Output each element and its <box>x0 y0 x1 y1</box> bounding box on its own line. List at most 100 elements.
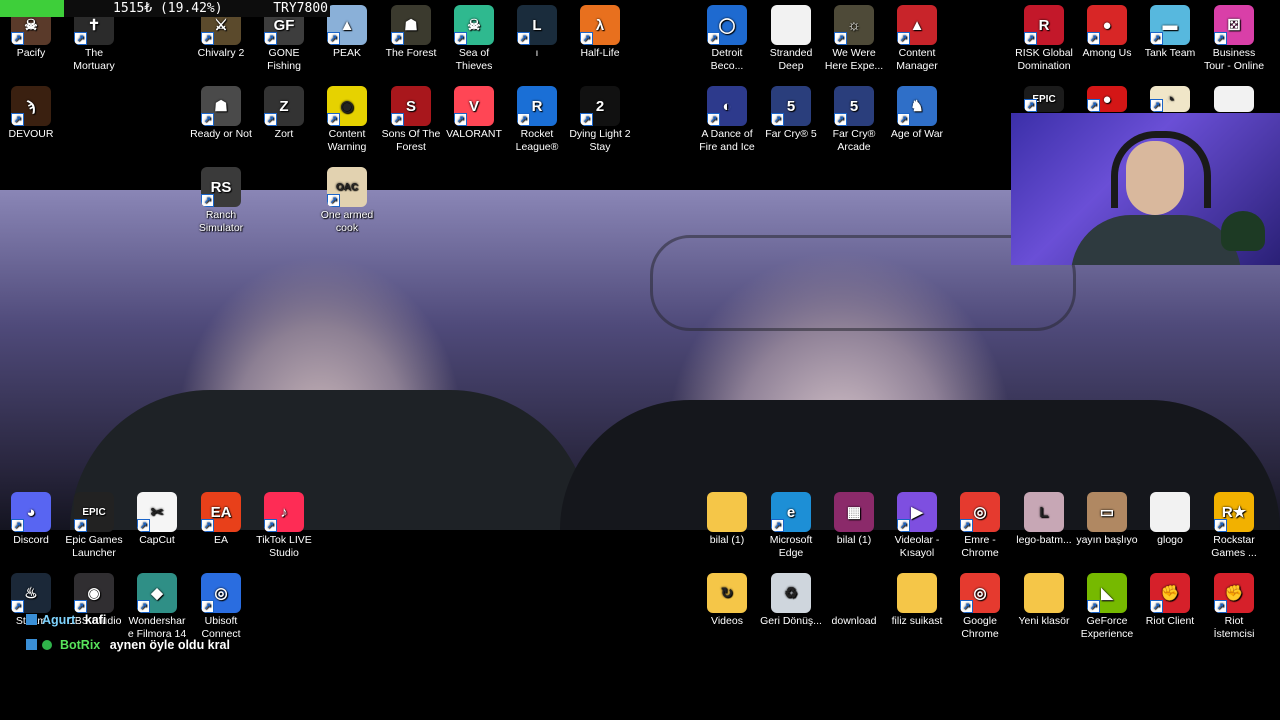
shortcut-arrow-icon: ↗ <box>1087 600 1100 613</box>
desktop-icon-epic-small[interactable]: EPIC ↗ <box>1013 86 1075 114</box>
edge-icon: e ↗ <box>771 492 811 532</box>
desktop-icon-filiz-suikast[interactable]: filiz suikast <box>886 573 948 628</box>
desktop-icon-league[interactable]: L ↗ ı <box>506 5 568 60</box>
desktop-icon-ranch-simulator[interactable]: RS ↗ Ranch Simulator <box>190 167 252 235</box>
desktop-icon-sons-of-the-forest[interactable]: S ↗ Sons Of The Forest <box>380 86 442 154</box>
desktop-icon-content-manager[interactable]: ▲ ↗ Content Manager <box>886 5 948 73</box>
half-life-glyph: λ <box>595 16 605 34</box>
desktop-icon-far-cry-arcade[interactable]: 5↗Far Cry® Arcade Editor <box>823 86 885 155</box>
epic-launcher-glyph: EPIC <box>82 506 106 518</box>
shortcut-arrow-icon: ↗ <box>834 32 847 45</box>
desktop-icon-dance-fire-ice[interactable]: ◐ ↗ A Dance of Fire and Ice <box>696 86 758 154</box>
business-tour-glyph: ⚄ <box>1227 16 1241 34</box>
desktop-icon-edge[interactable]: e ↗ Microsoft Edge <box>760 492 822 560</box>
shortcut-arrow-icon: ↗ <box>201 194 214 207</box>
dying-light-2-icon: 2 ↗ <box>580 86 620 126</box>
among-us-glyph: ● <box>1102 16 1112 34</box>
desktop-icon-content-warning[interactable]: ◉ ↗ Content Warning <box>316 86 378 154</box>
tank-team-icon: ▬ ↗ <box>1150 5 1190 45</box>
tiktok-live-icon: ♪ ↗ <box>264 492 304 532</box>
desktop-icon-download[interactable]: download <box>823 573 885 628</box>
desktop-icon-age-of-war[interactable]: ♞ ↗ Age of War <box>886 86 948 141</box>
desktop-icon-risk[interactable]: R ↗ RISK Global Domination <box>1013 5 1075 73</box>
bilal-rar-glyph: ▦ <box>846 503 862 521</box>
chat-username: BotRix <box>59 638 101 652</box>
desktop-icon-bilal-rar[interactable]: ▦ bilal (1) <box>823 492 885 547</box>
desktop-icon-ready-or-not[interactable]: ☗ ↗ Ready or Not <box>190 86 252 141</box>
desktop-icon-one-armed-cook[interactable]: OAC ↗ One armed cook <box>316 167 378 235</box>
geforce-glyph: ◣ <box>1101 584 1113 602</box>
steam-icon: ♨ ↗ <box>11 573 51 613</box>
desktop-icon-sea-of-thieves[interactable]: ☠ ↗ Sea of Thieves <box>443 5 505 73</box>
desktop-icon-tank-team[interactable]: ▬ ↗ Tank Team <box>1139 5 1201 60</box>
shortcut-arrow-icon: ↗ <box>771 113 784 126</box>
desktop-icon-label: Detroit Beco... <box>710 47 744 72</box>
desktop-icon-blank-file[interactable] <box>1203 86 1265 114</box>
shortcut-arrow-icon: ↗ <box>201 600 214 613</box>
desktop-icon-tiktok-live[interactable]: ♪ ↗ TikTok LIVE Studio <box>253 492 315 560</box>
desktop-icon-bilal-folder[interactable]: bilal (1) <box>696 492 758 547</box>
desktop-icon-half-life[interactable]: λ ↗ Half-Life <box>569 5 631 60</box>
chat-username: Agurt <box>42 613 76 627</box>
desktop-icon-recycle-bin[interactable]: ♻ Geri Dönüş... <box>760 573 822 628</box>
desktop-icon-videolar[interactable]: ▶ ↗ Videolar - Kısayol <box>886 492 948 560</box>
league-icon: L ↗ <box>517 5 557 45</box>
desktop-icon-far-cry-5[interactable]: 5 ↗ Far Cry® 5 <box>760 86 822 141</box>
peak-glyph: ▲ <box>339 16 355 34</box>
desktop-icon-devour[interactable]: ϡ ↗ DEVOUR <box>0 86 62 141</box>
desktop-icon-zort[interactable]: Z ↗ Zort <box>253 86 315 141</box>
desktop-icon-detroit[interactable]: ◯ ↗ Detroit Beco... <box>696 5 758 73</box>
filmora-glyph: ◆ <box>151 584 163 602</box>
desktop-icon-valorant[interactable]: V ↗ VALORANT <box>443 86 505 141</box>
desktop-icon-google-chrome[interactable]: ◎ ↗ Google Chrome <box>949 573 1011 641</box>
tank-team-glyph: ▬ <box>1162 16 1178 34</box>
desktop-icon-videos[interactable]: ↻ Videos <box>696 573 758 628</box>
shortcut-arrow-icon: ↗ <box>517 113 530 126</box>
desktop-icon-emre-chrome[interactable]: ◎ ↗ Emre - Chrome <box>949 492 1011 560</box>
desktop-icon-red-blob[interactable]: ● ↗ <box>1076 86 1138 114</box>
shortcut-arrow-icon: ↗ <box>960 519 973 532</box>
desktop-icon-we-were-here[interactable]: ☼ ↗ We Were Here Expe... <box>823 5 885 73</box>
shortcut-arrow-icon: ↗ <box>264 32 277 45</box>
rocket-league-glyph: R <box>531 97 543 115</box>
desktop-icon-yeni-klasor[interactable]: Yeni klasör <box>1013 573 1075 628</box>
desktop-icon-lego-batman[interactable]: Llego-batm... <box>1013 492 1075 547</box>
desktop-icon-filmora[interactable]: ◆ ↗ Wondershare Filmora 14 <box>126 573 188 641</box>
desktop-icon-among-us[interactable]: ● ↗ Among Us <box>1076 5 1138 60</box>
desktop-icon-riot-client[interactable]: ✊ ↗ Riot Client <box>1139 573 1201 628</box>
desktop-icon-yayin[interactable]: ▭ yayın başlıyo <box>1076 492 1138 547</box>
discord-glyph: ◕ <box>26 503 36 521</box>
desktop-icon-geforce[interactable]: ◣ ↗ GeForce Experience <box>1076 573 1138 641</box>
desktop-icon-label: Ready or Not <box>190 128 252 140</box>
shortcut-arrow-icon: ↗ <box>1214 600 1227 613</box>
shortcut-arrow-icon: ↗ <box>960 600 973 613</box>
desktop-icon-glogo[interactable]: glogo <box>1139 492 1201 547</box>
desktop-icon-the-forest[interactable]: ☗ ↗ The Forest <box>380 5 442 60</box>
chivalry-glyph: ⚔ <box>214 16 228 34</box>
desktop-icon-label: Sons Of The Forest <box>381 128 441 153</box>
download-icon <box>834 573 874 613</box>
desktop-icon-label: lego-batm... <box>1016 534 1072 546</box>
desktop-icon-riot-istemcisi[interactable]: ✊ ↗ Riot İstemcisi <box>1203 573 1265 641</box>
chat-message: Agurt kafi <box>26 613 106 627</box>
desktop-icon-capcut[interactable]: ✂ ↗ CapCut <box>126 492 188 547</box>
dance-fire-ice-glyph: ◐ <box>722 97 732 115</box>
desktop-icon-ea[interactable]: EA ↗ EA <box>190 492 252 547</box>
desktop-icon-label: Emre - Chrome <box>961 534 999 559</box>
desktop-icon-epic-launcher[interactable]: EPIC ↗ Epic Games Launcher <box>63 492 125 560</box>
desktop-icon-rocket-league[interactable]: R ↗ Rocket League® <box>506 86 568 154</box>
desktop-icon-label: Rocket League® <box>515 128 559 153</box>
shortcut-arrow-icon: ↗ <box>137 519 150 532</box>
shortcut-arrow-icon: ↗ <box>1087 99 1100 112</box>
red-blob-glyph: ● <box>1102 90 1112 108</box>
desktop-icon-discord[interactable]: ◕ ↗ Discord <box>0 492 62 547</box>
desktop-icon-label: CapCut <box>139 534 175 546</box>
far-cry-arcade-glyph: 5 <box>849 97 859 115</box>
blank-file-icon <box>1214 86 1254 112</box>
desktop-icon-ubisoft[interactable]: ◎ ↗ Ubisoft Connect <box>190 573 252 641</box>
desktop-icon-dying-light-2[interactable]: 2↗Dying Light 2 Stay Human... <box>569 86 631 155</box>
desktop-icon-rockstar[interactable]: R★ ↗ Rockstar Games ... <box>1203 492 1265 560</box>
desktop-icon-stranded-deep[interactable]: Stranded Deep <box>760 5 822 73</box>
desktop-icon-business-tour[interactable]: ⚄↗Business Tour - Online Mu... <box>1203 5 1265 74</box>
desktop-icon-duck[interactable]: ◔ ↗ <box>1139 86 1201 114</box>
